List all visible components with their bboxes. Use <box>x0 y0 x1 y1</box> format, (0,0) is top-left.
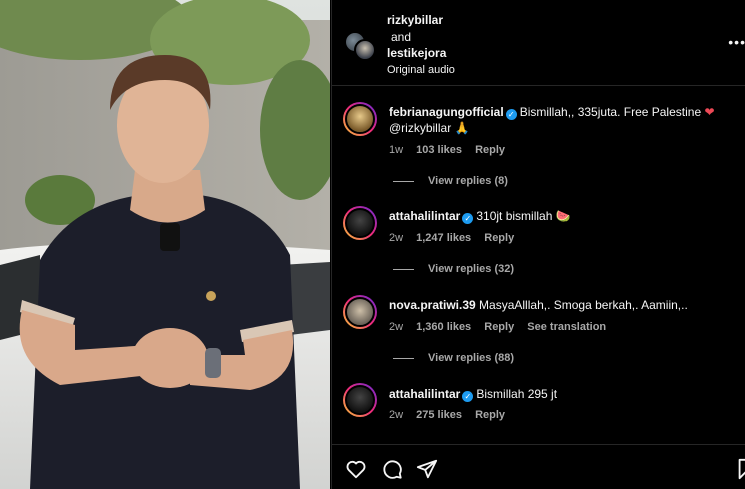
comment-body: MasyaAlllah,. Smoga berkah,. Aamiin,.. <box>479 298 688 312</box>
bookmark-icon[interactable] <box>735 458 745 480</box>
reply-button[interactable]: Reply <box>475 144 505 156</box>
comment-text: nova.pratiwi.39 MasyaAlllah,. Smoga berk… <box>389 297 734 313</box>
avatar[interactable] <box>343 206 377 240</box>
collab-avatars[interactable] <box>344 31 378 63</box>
comment-likes[interactable]: 103 likes <box>416 144 462 156</box>
comment-meta: 1w 103 likes Reply <box>389 144 515 156</box>
reel-image <box>0 0 330 489</box>
mention-link[interactable]: @rizkybillar <box>389 121 451 135</box>
view-replies-button[interactable]: View replies (8) <box>393 175 508 187</box>
watermelon-icon: 🍉 <box>555 209 571 223</box>
comment-meta: 2w 275 likes Reply <box>389 409 515 421</box>
comment-meta: 2w 1,247 likes Reply <box>389 232 524 244</box>
audio-link[interactable]: Original audio <box>387 64 455 76</box>
author-username[interactable]: rizkybillar <box>387 13 443 27</box>
share-icon[interactable] <box>416 458 438 480</box>
comment-likes[interactable]: 275 likes <box>416 409 462 421</box>
replies-divider <box>393 180 414 182</box>
comment-text: attahalilintar ✓ Bismillah 295 jt <box>389 386 734 402</box>
comment-likes[interactable]: 1,247 likes <box>416 232 471 244</box>
verified-icon: ✓ <box>505 109 517 120</box>
verified-icon: ✓ <box>462 391 474 402</box>
red-heart-icon: ❤ <box>704 105 715 119</box>
comment-time: 1w <box>389 144 404 156</box>
comment-username[interactable]: nova.pratiwi.39 <box>389 298 476 312</box>
heart-icon[interactable] <box>345 458 367 480</box>
reply-button[interactable]: Reply <box>484 321 514 333</box>
avatar[interactable] <box>343 102 377 136</box>
comment-text: febrianagungofficial ✓ Bismillah,, 335juta… <box>389 104 734 136</box>
folded-hands-icon: 🙏 <box>454 121 470 135</box>
avatar[interactable] <box>343 383 377 417</box>
post-actions-bar <box>332 444 745 489</box>
comment-time: 2w <box>389 321 404 333</box>
comment-username[interactable]: attahalilintar <box>389 209 460 223</box>
and-text: and <box>391 30 412 44</box>
see-translation-button[interactable]: See translation <box>527 321 606 333</box>
comment-body: Bismillah 295 jt <box>476 387 558 401</box>
replies-divider <box>393 268 414 270</box>
comment-text: attahalilintar ✓ 310jt bismillah 🍉 <box>389 208 734 224</box>
comment-time: 2w <box>389 232 404 244</box>
post-header: rizkybillar and lestikejora Original aud… <box>332 0 745 86</box>
view-replies-button[interactable]: View replies (88) <box>393 352 514 364</box>
comment-meta: 2w 1,360 likes Reply See translation <box>389 321 616 333</box>
avatar[interactable] <box>343 295 377 329</box>
comment-username[interactable]: attahalilintar <box>389 387 460 401</box>
reel-video-frame[interactable] <box>0 0 330 489</box>
comments-panel: rizkybillar and lestikejora Original aud… <box>331 0 745 489</box>
comment-time: 2w <box>389 409 404 421</box>
more-options-icon[interactable]: ••• <box>728 34 745 50</box>
comment-body: Bismillah,, 335juta. Free Palestine <box>519 105 702 119</box>
comment-icon[interactable] <box>381 458 403 480</box>
collaborator-username[interactable]: lestikejora <box>387 46 446 60</box>
comment-likes[interactable]: 1,360 likes <box>416 321 471 333</box>
verified-icon: ✓ <box>462 213 474 224</box>
reply-button[interactable]: Reply <box>475 409 505 421</box>
comment-username[interactable]: febrianagungofficial <box>389 105 504 119</box>
avatar[interactable] <box>354 39 376 61</box>
view-replies-button[interactable]: View replies (32) <box>393 263 514 275</box>
reply-button[interactable]: Reply <box>484 232 514 244</box>
replies-divider <box>393 357 414 359</box>
comment-body: 310jt bismillah <box>476 209 553 223</box>
